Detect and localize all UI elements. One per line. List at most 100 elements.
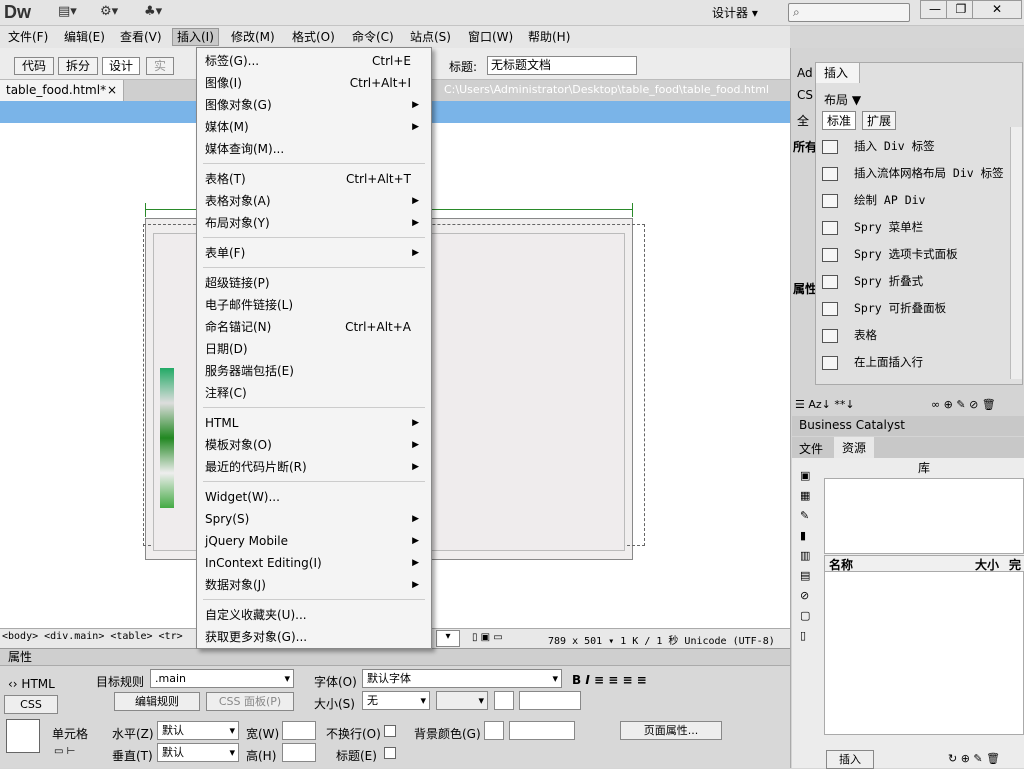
font-select[interactable]: 默认字体 (362, 669, 562, 688)
insert-menu-item[interactable]: 模板对象(O) ▶ (205, 434, 419, 456)
zoom-select[interactable]: ▾ (436, 630, 460, 647)
menu-help[interactable]: 帮助(H) (524, 28, 574, 46)
live-view-button[interactable]: 实 (146, 57, 174, 75)
library-list[interactable]: 名称 大小 完 (824, 555, 1024, 735)
insert-menu-item[interactable]: InContext Editing(I) ▶ (205, 552, 419, 574)
insert-menu-item[interactable]: 图像对象(G) ▶ (205, 94, 419, 116)
assets-tab[interactable]: 资源 (834, 437, 875, 458)
files-tab[interactable]: 文件 (799, 440, 823, 457)
spry-collapsible-item[interactable]: Spry 可折叠面板 (822, 297, 1012, 319)
page-properties-button[interactable]: 页面属性... (620, 721, 722, 740)
side-tab-props[interactable]: 属性 (793, 280, 817, 297)
asset-type-icons[interactable]: ▣ ▦ ✎ ▮ ▥ ▤ ⊘ ▢ ▯ (800, 466, 818, 646)
insert-panel-tab[interactable]: 插入 (816, 63, 860, 83)
side-tab-ad[interactable]: Ad (797, 66, 813, 80)
insert-scrollbar[interactable] (1010, 127, 1022, 379)
std-tab[interactable]: 标准 (822, 111, 857, 130)
menu-insert[interactable]: 插入(I) (172, 28, 219, 46)
layout-icon[interactable]: ▤▾ (58, 4, 86, 22)
insert-menu-item[interactable]: 超级链接(P) (205, 272, 419, 294)
menu-view[interactable]: 查看(V) (116, 28, 166, 46)
library-insert-button[interactable]: 插入 (826, 750, 874, 769)
col-size-header[interactable]: 大小 (975, 556, 999, 573)
col-name-header[interactable]: 名称 (829, 556, 853, 573)
target-rule-select[interactable]: .main (150, 669, 294, 688)
css-action-icons[interactable]: ∞ ⊕ ✎ ⊘ 🗑 (931, 398, 996, 411)
menu-format[interactable]: 格式(O) (288, 28, 339, 46)
insert-menu-item[interactable]: 标签(G)... Ctrl+E (205, 50, 419, 72)
site-icon[interactable]: ♣▾ (144, 4, 172, 22)
bold-button[interactable]: B I ≡ ≡ ≡ ≡ (572, 673, 647, 687)
insert-menu-item[interactable]: 图像(I) Ctrl+Alt+I (205, 72, 419, 94)
width-input[interactable] (282, 721, 316, 740)
document-tab[interactable]: table_food.html* × (0, 80, 124, 101)
insert-menu-item[interactable]: 自定义收藏夹(U)... (205, 604, 419, 626)
insert-menu-item[interactable]: 媒体(M) ▶ (205, 116, 419, 138)
vert-select[interactable]: 默认 (157, 743, 239, 762)
insert-fluid-div-item[interactable]: 插入流体网格布局 Div 标签 (822, 162, 1012, 184)
color-input[interactable] (519, 691, 581, 710)
merge-split-icons[interactable]: ▭ ⊢ (54, 746, 75, 757)
spry-menubar-item[interactable]: Spry 菜单栏 (822, 216, 1012, 238)
size-unit-select[interactable] (436, 691, 488, 710)
insert-menu-item[interactable]: 表格(T) Ctrl+Alt+T (205, 168, 419, 190)
food-image[interactable] (160, 368, 174, 508)
menu-command[interactable]: 命令(C) (348, 28, 398, 46)
insert-menu-item[interactable]: Widget(W)... (205, 486, 419, 508)
insert-menu-item[interactable]: 日期(D) (205, 338, 419, 360)
insert-menu-item[interactable]: 最近的代码片断(R) ▶ (205, 456, 419, 478)
insert-row-above-item[interactable]: 在上面插入行 (822, 351, 1012, 373)
close-button[interactable]: ✕ (972, 0, 1022, 19)
menu-file[interactable]: 文件(F) (4, 28, 52, 46)
bg-color-input[interactable] (509, 721, 575, 740)
col-done-header[interactable]: 完 (1009, 556, 1021, 573)
spry-accordion-item[interactable]: Spry 折叠式 (822, 270, 1012, 292)
ext-tab[interactable]: 扩展 (862, 111, 897, 130)
title-input[interactable]: 无标题文档 (487, 56, 637, 75)
insert-menu-item[interactable]: Spry(S) ▶ (205, 508, 419, 530)
menu-modify[interactable]: 修改(M) (227, 28, 279, 46)
gear-icon[interactable]: ⚙▾ (100, 4, 128, 22)
css-mode-button[interactable]: CSS (4, 695, 58, 714)
category-select[interactable]: 布局 ▼ (824, 91, 861, 108)
split-view-button[interactable]: 拆分 (58, 57, 98, 75)
menu-site[interactable]: 站点(S) (406, 28, 455, 46)
size-select[interactable]: 无 (362, 691, 430, 710)
css-toolbar-icons[interactable]: ☰ Az↓ **↓ (795, 398, 855, 411)
header-checkbox[interactable] (384, 747, 396, 759)
tag-selector[interactable]: <body> <div.main> <table> <tr> (2, 631, 183, 642)
insert-menu-item[interactable]: 媒体查询(M)... (205, 138, 419, 160)
draw-ap-div-item[interactable]: 绘制 AP Div (822, 189, 1012, 211)
side-tab-all-rules[interactable]: 所有 (793, 138, 817, 155)
workspace-switcher[interactable]: 设计器 ▾ (712, 4, 758, 21)
color-swatch[interactable] (494, 691, 514, 710)
css-panel-button[interactable]: CSS 面板(P) (206, 692, 294, 711)
insert-menu-item[interactable]: HTML ▶ (205, 412, 419, 434)
horiz-select[interactable]: 默认 (157, 721, 239, 740)
insert-menu-item[interactable]: 表单(F) ▶ (205, 242, 419, 264)
edit-rule-button[interactable]: 编辑规则 (114, 692, 200, 711)
device-icons[interactable]: ▯ ▣ ▭ (472, 632, 503, 643)
insert-menu-item[interactable]: 数据对象(J) ▶ (205, 574, 419, 596)
height-input[interactable] (282, 743, 316, 762)
insert-menu-item[interactable]: 注释(C) (205, 382, 419, 404)
insert-menu-item[interactable]: 布局对象(Y) ▶ (205, 212, 419, 234)
insert-div-item[interactable]: 插入 Div 标签 (822, 135, 1012, 157)
bg-color-swatch[interactable] (484, 721, 504, 740)
html-mode-button[interactable]: ‹› HTML (8, 677, 55, 691)
insert-menu-item[interactable]: 电子邮件链接(L) (205, 294, 419, 316)
nowrap-checkbox[interactable] (384, 725, 396, 737)
design-view-button[interactable]: 设计 (102, 57, 140, 75)
code-view-button[interactable]: 代码 (14, 57, 54, 75)
table-item[interactable]: 表格 (822, 324, 1012, 346)
side-tab-all[interactable]: 全 (797, 112, 809, 129)
library-action-icons[interactable]: ↻ ⊕ ✎ 🗑 (948, 752, 1000, 765)
spry-tabbed-item[interactable]: Spry 选项卡式面板 (822, 243, 1012, 265)
side-tab-css[interactable]: CS (797, 88, 813, 102)
search-input[interactable]: ⌕ (788, 3, 910, 22)
menu-window[interactable]: 窗口(W) (464, 28, 517, 46)
business-catalyst-panel[interactable]: Business Catalyst (792, 416, 1024, 436)
insert-menu-item[interactable]: jQuery Mobile ▶ (205, 530, 419, 552)
close-tab-icon[interactable]: × (107, 80, 117, 100)
insert-menu-item[interactable]: 获取更多对象(G)... (205, 626, 419, 648)
